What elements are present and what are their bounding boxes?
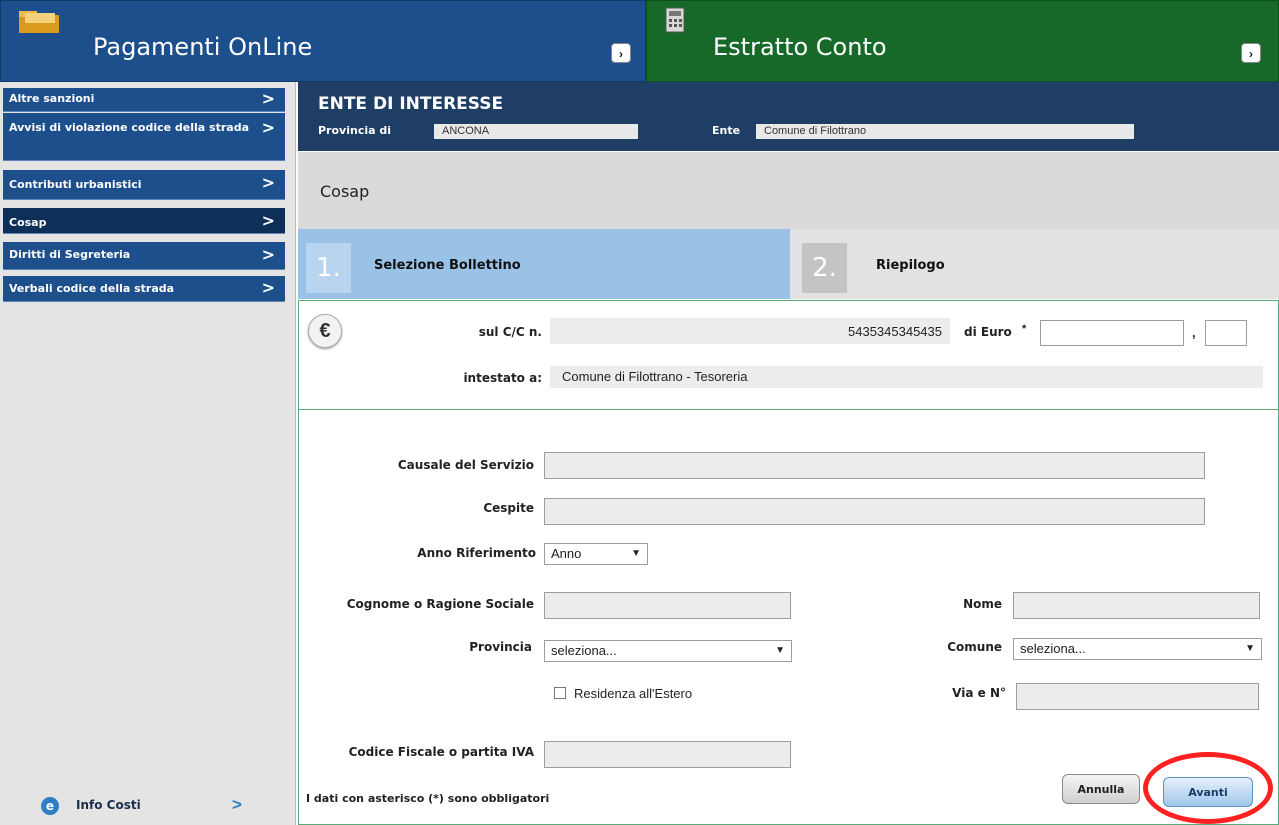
annulla-button[interactable]: Annulla <box>1062 774 1140 804</box>
section-title: Cosap <box>320 182 370 201</box>
sidebar-item-label: Contributi urbanistici <box>9 178 142 191</box>
sidebar-item-altre-sanzioni[interactable]: Altre sanzioni > <box>3 88 285 112</box>
sidebar-item-label: Cosap <box>9 216 47 229</box>
step-number: 1. <box>306 243 351 293</box>
section-header: Cosap <box>298 152 1279 229</box>
chevron-right-icon: > <box>261 89 275 108</box>
nome-label: Nome <box>963 597 1002 611</box>
cognome-input[interactable] <box>544 592 791 619</box>
info-icon: e <box>40 796 60 816</box>
via-label: Via e N° <box>952 686 1006 700</box>
provincia-select[interactable]: seleziona... ▼ <box>544 640 792 662</box>
folder-icon <box>17 9 61 35</box>
required-asterisk: * <box>1022 323 1027 335</box>
chevron-right-icon: > <box>261 173 275 192</box>
highlight-circle <box>1143 752 1273 824</box>
mandatory-note: I dati con asterisco (*) sono obbligator… <box>306 792 550 805</box>
ente-title: ENTE DI INTERESSE <box>318 94 504 114</box>
svg-text:e: e <box>46 799 54 813</box>
euro-amount-input[interactable] <box>1040 320 1184 346</box>
anno-label: Anno Riferimento <box>417 546 536 560</box>
cc-label: sul C/C n. <box>478 325 542 339</box>
euro-cents-input[interactable] <box>1205 320 1247 346</box>
cognome-label: Cognome o Ragione Sociale <box>346 597 534 611</box>
chevron-right-icon: > <box>261 118 275 137</box>
sidebar-item-cosap[interactable]: Cosap > <box>3 208 285 234</box>
comune-select[interactable]: seleziona... ▼ <box>1013 638 1262 660</box>
euro-label: di Euro <box>964 325 1012 339</box>
estratto-conto-bar[interactable]: Estratto Conto › <box>646 0 1279 82</box>
anno-selected: Anno <box>551 546 582 561</box>
via-input[interactable] <box>1016 683 1259 710</box>
causale-label: Causale del Servizio <box>397 458 534 472</box>
codice-fiscale-input[interactable] <box>544 741 791 768</box>
calculator-icon <box>665 7 685 33</box>
sidebar-item-label: Avvisi di violazione codice della strada <box>9 121 250 134</box>
chevron-right-icon: > <box>232 795 242 814</box>
provincia-label: Provincia di <box>318 124 392 137</box>
sidebar-item-diritti[interactable]: Diritti di Segreteria > <box>3 242 285 270</box>
intestato-label: intestato a: <box>463 371 542 385</box>
codice-fiscale-label: Codice Fiscale o partita IVA <box>348 745 534 759</box>
cc-number-value: 5435345345435 <box>848 324 942 339</box>
divider <box>298 409 1279 410</box>
sidebar-item-label: Diritti di Segreteria <box>9 248 131 261</box>
intestato-field: Comune di Filottrano - Tesoreria <box>550 366 1263 388</box>
info-costi-link[interactable]: e Info Costi > <box>40 794 286 818</box>
chevron-right-icon: > <box>261 245 275 264</box>
sidebar-item-label: Verbali codice della strada <box>9 282 175 295</box>
pagamenti-arrow-button[interactable]: › <box>611 43 631 63</box>
step-riepilogo: 2. Riepilogo <box>790 229 1279 299</box>
chevron-right-icon: > <box>261 278 275 297</box>
nome-input[interactable] <box>1013 592 1260 619</box>
sidebar-item-avvisi[interactable]: Avvisi di violazione codice della strada… <box>3 113 285 161</box>
chevron-down-icon: ▼ <box>1245 643 1255 654</box>
euro-icon: € <box>308 314 342 348</box>
chevron-down-icon: ▼ <box>775 645 785 656</box>
ente-banner: ENTE DI INTERESSE Provincia di ANCONA En… <box>298 82 1279 151</box>
chevron-right-icon: > <box>261 211 275 230</box>
anno-select[interactable]: Anno ▼ <box>544 543 648 565</box>
residenza-checkbox[interactable] <box>554 687 566 699</box>
sidebar-item-label: Altre sanzioni <box>9 92 95 105</box>
decimal-separator: , <box>1192 325 1196 340</box>
step-selezione-bollettino: 1. Selezione Bollettino <box>298 229 790 299</box>
residenza-label: Residenza all'Estero <box>574 686 693 701</box>
pagamenti-online-bar[interactable]: Pagamenti OnLine › <box>0 0 646 82</box>
cespite-input[interactable] <box>544 498 1205 525</box>
causale-input[interactable] <box>544 452 1205 479</box>
comune-selected: seleziona... <box>1020 641 1086 656</box>
pagamenti-online-title: Pagamenti OnLine <box>93 33 313 61</box>
cc-number-field: 5435345345435 <box>550 318 950 344</box>
ente-value: Comune di Filottrano <box>756 124 1134 139</box>
sidebar-item-contributi[interactable]: Contributi urbanistici > <box>3 170 285 200</box>
step-number: 2. <box>802 243 847 293</box>
estratto-conto-title: Estratto Conto <box>713 33 887 61</box>
info-costi-label: Info Costi <box>76 798 141 812</box>
comune-label: Comune <box>947 640 1002 654</box>
cespite-label: Cespite <box>483 501 534 515</box>
estratto-arrow-button[interactable]: › <box>1241 43 1261 63</box>
provincia-field-label: Provincia <box>469 640 532 654</box>
provincia-value: ANCONA <box>434 124 638 139</box>
intestato-value: Comune di Filottrano - Tesoreria <box>562 369 748 384</box>
ente-label: Ente <box>712 124 741 137</box>
step-label: Selezione Bollettino <box>374 258 521 273</box>
chevron-down-icon: ▼ <box>631 548 641 559</box>
step-label: Riepilogo <box>876 258 945 273</box>
sidebar-item-verbali[interactable]: Verbali codice della strada > <box>3 276 285 302</box>
provincia-selected: seleziona... <box>551 643 617 658</box>
